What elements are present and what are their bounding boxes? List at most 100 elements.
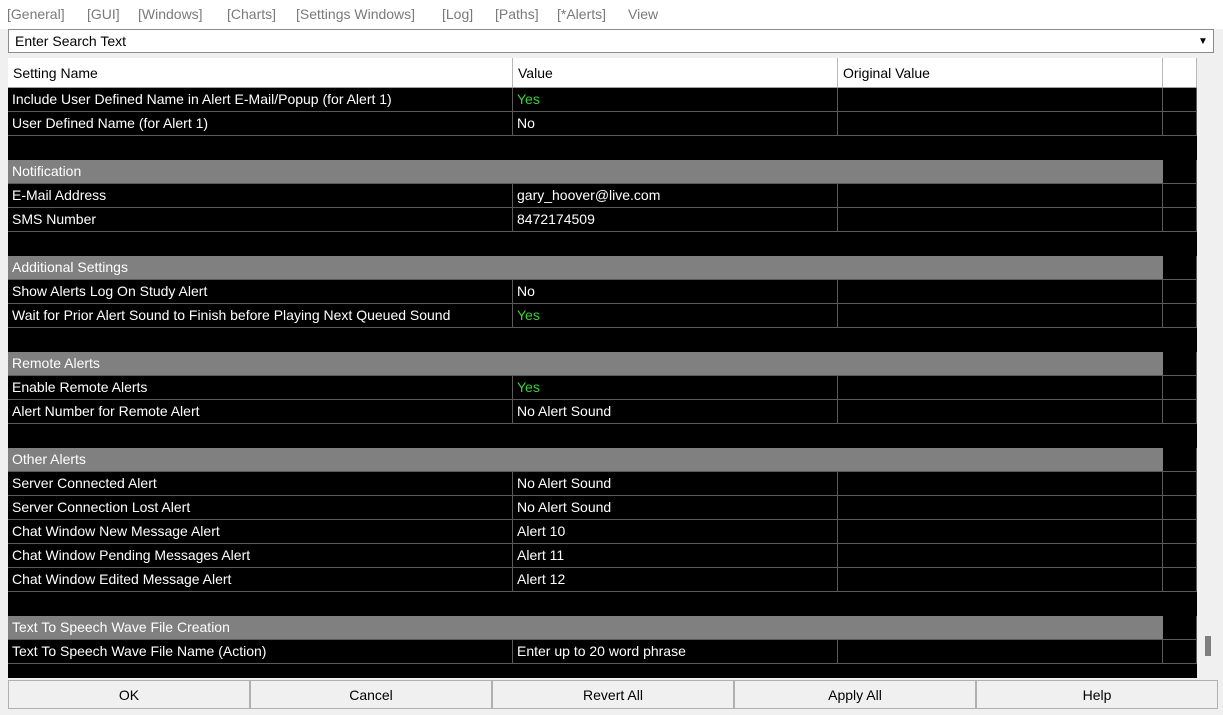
column-header-setting-name[interactable]: Setting Name [8, 58, 513, 87]
blank-row [8, 136, 1197, 160]
setting-name-cell: User Defined Name (for Alert 1) [8, 112, 513, 136]
extra-cell [1163, 208, 1197, 232]
extra-cell [1163, 472, 1197, 496]
setting-value-cell[interactable]: gary_hoover@live.com [513, 184, 838, 208]
tab-log[interactable]: [Log] [442, 6, 473, 22]
original-value-cell [838, 376, 1163, 400]
setting-row: Include User Defined Name in Alert E-Mai… [8, 88, 1197, 112]
setting-row: Text To Speech Wave File Name (Action) En… [8, 640, 1197, 664]
original-value-cell [838, 544, 1163, 568]
setting-row: Chat Window Edited Message Alert Alert 12 [8, 568, 1197, 592]
section-title[interactable]: Remote Alerts [8, 352, 1163, 376]
extra-cell [1163, 184, 1197, 208]
original-value-cell [838, 400, 1163, 424]
extra-cell [1163, 496, 1197, 520]
setting-row: Chat Window New Message Alert Alert 10 [8, 520, 1197, 544]
setting-value-cell[interactable]: Yes [513, 304, 838, 328]
settings-tab-bar: [General] [GUI] [Windows] [Charts] [Sett… [0, 0, 1223, 29]
section-extra-cell [1163, 352, 1197, 376]
vertical-scrollbar[interactable] [1197, 58, 1221, 678]
setting-value-cell[interactable]: 8472174509 [513, 208, 838, 232]
setting-name-cell: SMS Number [8, 208, 513, 232]
search-input[interactable] [9, 30, 1194, 52]
ok-button[interactable]: OK [8, 680, 250, 709]
setting-name-cell: Alert Number for Remote Alert [8, 400, 513, 424]
search-combobox: ▼ [8, 29, 1214, 53]
scrollbar-thumb[interactable] [1205, 636, 1211, 656]
original-value-cell [838, 472, 1163, 496]
settings-grid: Setting Name Value Original Value Includ… [8, 58, 1197, 678]
extra-cell [1163, 520, 1197, 544]
original-value-cell [838, 184, 1163, 208]
help-button[interactable]: Help [976, 680, 1218, 709]
setting-value-cell[interactable]: Alert 11 [513, 544, 838, 568]
setting-row: User Defined Name (for Alert 1) No [8, 112, 1197, 136]
extra-cell [1163, 304, 1197, 328]
tab-view[interactable]: View [628, 6, 658, 22]
original-value-cell [838, 304, 1163, 328]
setting-value-cell[interactable]: No Alert Sound [513, 472, 838, 496]
tab-windows[interactable]: [Windows] [138, 6, 203, 22]
tab-general[interactable]: [General] [7, 6, 65, 22]
setting-row: Alert Number for Remote Alert No Alert So… [8, 400, 1197, 424]
setting-name-cell: Chat Window New Message Alert [8, 520, 513, 544]
tab-alerts[interactable]: [*Alerts] [557, 6, 606, 22]
cancel-button[interactable]: Cancel [250, 680, 492, 709]
setting-row: Server Connected Alert No Alert Sound [8, 472, 1197, 496]
blank-row [8, 328, 1197, 352]
setting-row: SMS Number 8472174509 [8, 208, 1197, 232]
blank-row [8, 592, 1197, 616]
setting-row: Enable Remote Alerts Yes [8, 376, 1197, 400]
setting-name-cell: Show Alerts Log On Study Alert [8, 280, 513, 304]
tab-settings-windows[interactable]: [Settings Windows] [296, 6, 415, 22]
section-extra-cell [1163, 616, 1197, 640]
revert-all-button[interactable]: Revert All [492, 680, 734, 709]
setting-row: Server Connection Lost Alert No Alert Sou… [8, 496, 1197, 520]
section-title[interactable]: Additional Settings [8, 256, 1163, 280]
setting-row: Chat Window Pending Messages Alert Alert … [8, 544, 1197, 568]
blank-row [8, 424, 1197, 448]
chevron-down-icon: ▼ [1198, 35, 1208, 47]
original-value-cell [838, 280, 1163, 304]
button-bar: OK Cancel Revert All Apply All Help [8, 680, 1218, 709]
setting-value-cell[interactable]: Yes [513, 376, 838, 400]
setting-value-cell[interactable]: No Alert Sound [513, 496, 838, 520]
column-header-value[interactable]: Value [513, 58, 838, 87]
section-title[interactable]: Text To Speech Wave File Creation [8, 616, 1163, 640]
extra-cell [1163, 400, 1197, 424]
setting-value-cell[interactable]: Alert 12 [513, 568, 838, 592]
section-title[interactable]: Other Alerts [8, 448, 1163, 472]
extra-cell [1163, 544, 1197, 568]
tab-gui[interactable]: [GUI] [87, 6, 120, 22]
setting-name-cell: Server Connected Alert [8, 472, 513, 496]
extra-cell [1163, 280, 1197, 304]
setting-name-cell: Enable Remote Alerts [8, 376, 513, 400]
section-extra-cell [1163, 160, 1197, 184]
setting-value-cell[interactable]: No [513, 112, 838, 136]
original-value-cell [838, 88, 1163, 112]
setting-name-cell: Include User Defined Name in Alert E-Mai… [8, 88, 513, 112]
section-header-row: Additional Settings [8, 256, 1197, 280]
search-dropdown-button[interactable]: ▼ [1193, 30, 1213, 52]
setting-name-cell: Text To Speech Wave File Name (Action) [8, 640, 513, 664]
original-value-cell [838, 520, 1163, 544]
section-header-row: Notification [8, 160, 1197, 184]
extra-cell [1163, 568, 1197, 592]
setting-name-cell: Wait for Prior Alert Sound to Finish bef… [8, 304, 513, 328]
setting-row: Show Alerts Log On Study Alert No [8, 280, 1197, 304]
section-extra-cell [1163, 448, 1197, 472]
apply-all-button[interactable]: Apply All [734, 680, 976, 709]
extra-cell [1163, 640, 1197, 664]
setting-value-cell[interactable]: Yes [513, 88, 838, 112]
setting-value-cell[interactable]: No Alert Sound [513, 400, 838, 424]
section-title[interactable]: Notification [8, 160, 1163, 184]
tab-charts[interactable]: [Charts] [227, 6, 276, 22]
setting-value-cell[interactable]: Alert 10 [513, 520, 838, 544]
tab-paths[interactable]: [Paths] [495, 6, 539, 22]
setting-value-cell[interactable]: No [513, 280, 838, 304]
original-value-cell [838, 112, 1163, 136]
original-value-cell [838, 496, 1163, 520]
column-header-original-value[interactable]: Original Value [838, 58, 1163, 87]
setting-name-cell: Chat Window Edited Message Alert [8, 568, 513, 592]
setting-value-cell[interactable]: Enter up to 20 word phrase [513, 640, 838, 664]
